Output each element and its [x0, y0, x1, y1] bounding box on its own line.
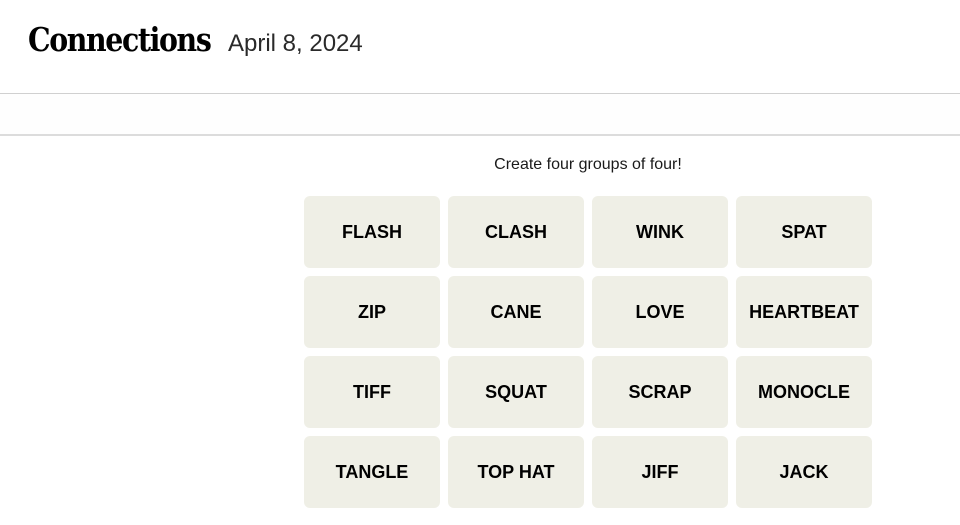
word-tile[interactable]: CANE [448, 276, 584, 348]
word-tile[interactable]: JACK [736, 436, 872, 508]
word-tile[interactable]: LOVE [592, 276, 728, 348]
toolbar-divider [0, 134, 960, 136]
puzzle-date: April 8, 2024 [228, 30, 363, 57]
word-tile[interactable]: TIFF [304, 356, 440, 428]
word-tile[interactable]: JIFF [592, 436, 728, 508]
game-instructions: Create four groups of four! [494, 156, 682, 173]
word-tile[interactable]: SPAT [736, 196, 872, 268]
word-tile[interactable]: SCRAP [592, 356, 728, 428]
word-tile[interactable]: SQUAT [448, 356, 584, 428]
game-title: Connections [28, 20, 212, 59]
page-header: Connections April 8, 2024 [0, 0, 960, 93]
word-tile[interactable]: FLASH [304, 196, 440, 268]
word-tile[interactable]: MONOCLE [736, 356, 872, 428]
word-grid: FLASH CLASH WINK SPAT ZIP CANE LOVE HEAR… [304, 196, 872, 508]
word-tile[interactable]: CLASH [448, 196, 584, 268]
word-tile[interactable]: TANGLE [304, 436, 440, 508]
word-tile[interactable]: WINK [592, 196, 728, 268]
toolbar-band [0, 94, 960, 134]
word-tile[interactable]: HEARTBEAT [736, 276, 872, 348]
word-tile[interactable]: ZIP [304, 276, 440, 348]
word-tile[interactable]: TOP HAT [448, 436, 584, 508]
